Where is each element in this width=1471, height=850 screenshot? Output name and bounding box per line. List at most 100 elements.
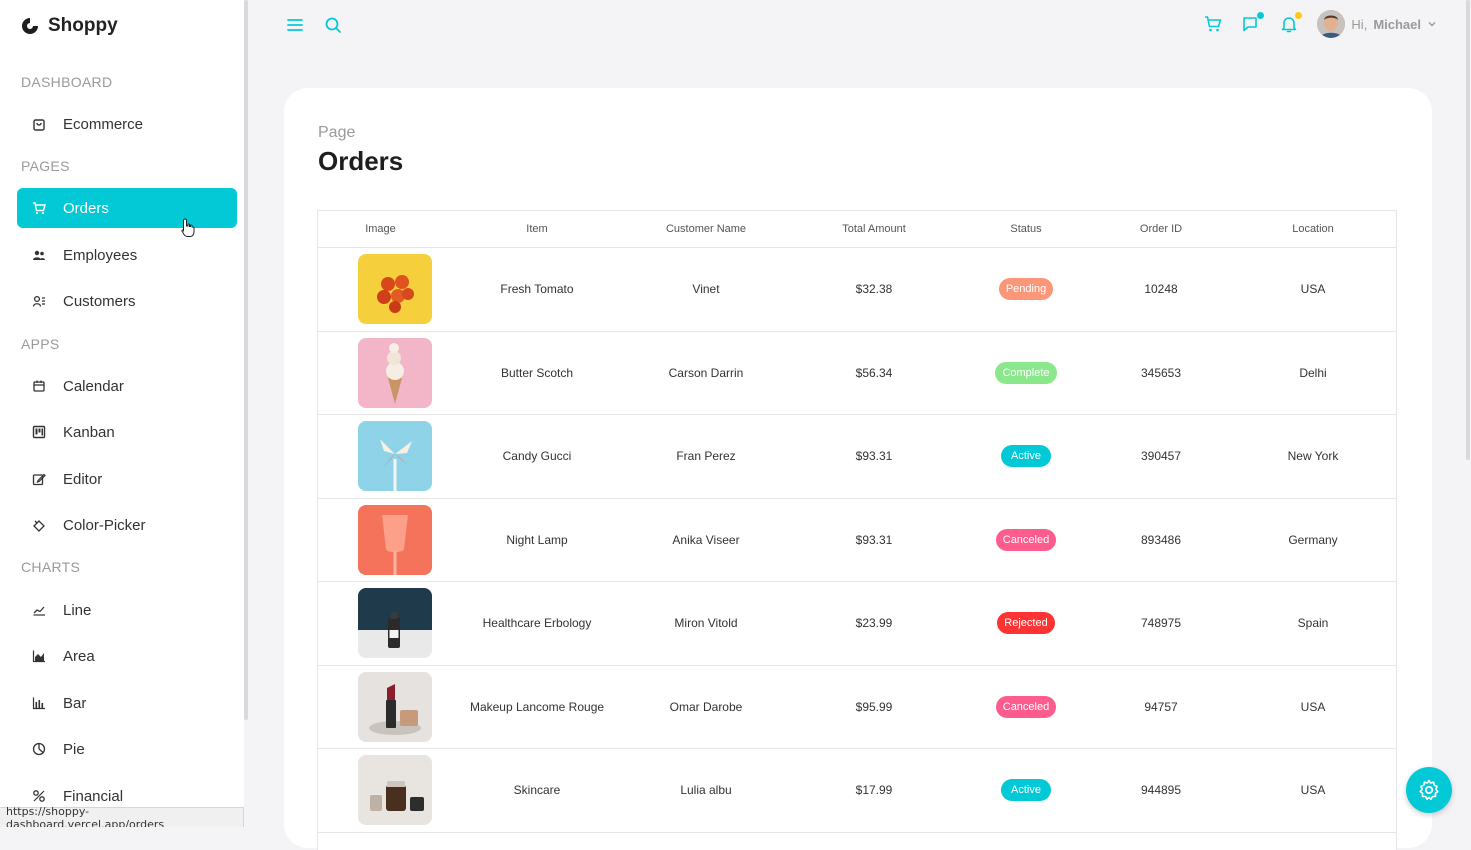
chevron-down-icon xyxy=(1428,22,1436,27)
sidebar-item-ecommerce[interactable]: Ecommerce xyxy=(17,104,237,144)
column-header-image[interactable]: Image xyxy=(318,223,443,235)
cart-icon xyxy=(31,200,47,216)
status-cell: Rejected xyxy=(967,612,1085,635)
order-id: 10248 xyxy=(1144,282,1178,297)
sidebar-item-editor[interactable]: Editor xyxy=(17,459,237,499)
item-name: Candy Gucci xyxy=(502,449,572,464)
sidebar-item-pie[interactable]: Pie xyxy=(17,729,237,769)
table-row[interactable]: Candy Gucci Fran Perez $93.31 Active 390457 N… xyxy=(318,415,1396,499)
item-name: Night Lamp xyxy=(506,532,568,547)
menu-icon[interactable] xyxy=(286,16,304,34)
item-name: Skincare xyxy=(513,783,561,798)
column-header-status[interactable]: Status xyxy=(967,223,1085,235)
status-cell: Active xyxy=(967,779,1085,802)
sidebar-scrollbar[interactable] xyxy=(244,0,248,720)
product-image-cell xyxy=(318,588,443,659)
page-scrollbar[interactable] xyxy=(1466,0,1470,460)
sidebar: Shoppy DASHBOARD Ecommerce PAGES Orders Empl… xyxy=(0,0,244,827)
financial-icon xyxy=(31,788,47,804)
sidebar-item-label: Bar xyxy=(63,694,87,712)
topbar-right: Hi, Michael xyxy=(1203,10,1437,38)
product-image xyxy=(357,755,432,826)
sidebar-item-calendar[interactable]: Calendar xyxy=(17,366,237,406)
order-id: 94757 xyxy=(1144,699,1178,714)
page-subtitle: Page xyxy=(318,124,356,141)
sidebar-item-orders[interactable]: Orders xyxy=(17,188,237,228)
product-image xyxy=(357,588,432,659)
location: USA xyxy=(1300,783,1326,798)
bell-icon[interactable] xyxy=(1279,12,1303,34)
search-icon[interactable] xyxy=(324,16,342,34)
column-header-item[interactable]: Item xyxy=(443,223,631,235)
total-amount: $32.38 xyxy=(855,282,893,297)
sidebar-item-label: Editor xyxy=(63,470,103,488)
sidebar-item-employees[interactable]: Employees xyxy=(17,235,237,275)
cart-icon[interactable] xyxy=(1203,14,1223,34)
table-row[interactable]: Makeup Lancome Rouge Omar Darobe $95.99 Can… xyxy=(318,666,1396,749)
order-id: 893486 xyxy=(1140,532,1182,547)
table-row[interactable]: Fresh Tomato Vinet $32.38 Pending 10248 USA xyxy=(318,248,1396,332)
column-header-customer-name[interactable]: Customer Name xyxy=(631,223,781,235)
status-cell: Complete xyxy=(967,361,1085,384)
user-profile-menu[interactable]: Hi, Michael xyxy=(1317,10,1437,38)
sidebar-item-label: Line xyxy=(63,601,92,619)
customer-name: Miron Vitold xyxy=(674,616,738,631)
section-title-charts: CHARTS xyxy=(21,559,81,575)
shoppy-logo-icon xyxy=(22,18,38,34)
shopping-bag-icon xyxy=(31,116,47,132)
settings-button[interactable] xyxy=(1406,767,1452,813)
app-logo[interactable]: Shoppy xyxy=(20,14,118,38)
user-name: Michael xyxy=(1373,16,1421,32)
product-image-cell xyxy=(318,755,443,826)
bar-chart-icon xyxy=(31,695,47,711)
location: New York xyxy=(1287,449,1339,464)
status-badge: Canceled xyxy=(995,528,1057,551)
sidebar-item-color-picker[interactable]: Color-Picker xyxy=(17,505,237,545)
customer-name: Anika Viseer xyxy=(672,532,740,547)
edit-icon xyxy=(31,471,47,487)
product-image-cell xyxy=(318,421,443,492)
table-row[interactable]: Night Lamp Anika Viseer $93.31 Canceled 8934… xyxy=(318,499,1396,582)
sidebar-item-bar[interactable]: Bar xyxy=(17,683,237,723)
order-id: 748975 xyxy=(1140,616,1182,631)
product-image-cell xyxy=(318,254,443,325)
sidebar-item-kanban[interactable]: Kanban xyxy=(17,412,237,452)
location: USA xyxy=(1300,282,1326,297)
sidebar-item-area[interactable]: Area xyxy=(17,636,237,676)
sidebar-item-label: Color-Picker xyxy=(63,516,146,534)
chat-icon[interactable] xyxy=(1241,12,1265,34)
avatar xyxy=(1317,10,1346,38)
sidebar-item-line[interactable]: Line xyxy=(17,590,237,630)
total-amount: $95.99 xyxy=(855,699,893,714)
order-id: 345653 xyxy=(1140,365,1182,380)
table-row[interactable]: Butter Scotch Carson Darrin $56.34 Complete… xyxy=(318,332,1396,415)
location: Delhi xyxy=(1299,365,1327,380)
table-row[interactable]: Skincare Lulia albu $17.99 Active 944895 USA xyxy=(318,749,1396,833)
status-cell: Canceled xyxy=(967,528,1085,551)
total-amount: $93.31 xyxy=(855,532,893,547)
column-header-order-id[interactable]: Order ID xyxy=(1085,223,1237,235)
table-row[interactable]: Healthcare Erbology Miron Vitold $23.99 Rej… xyxy=(318,582,1396,666)
location: Germany xyxy=(1288,532,1338,547)
status-cell: Pending xyxy=(967,278,1085,301)
sidebar-item-customers[interactable]: Customers xyxy=(17,281,237,321)
sidebar-item-label: Ecommerce xyxy=(63,115,144,133)
total-amount: $23.99 xyxy=(855,616,893,631)
gear-icon xyxy=(1419,779,1439,800)
app-name: Shoppy xyxy=(48,15,118,36)
product-image xyxy=(357,504,432,575)
hand-cursor-icon xyxy=(181,218,195,237)
order-id: 944895 xyxy=(1140,783,1182,798)
orders-table: Image Item Customer Name Total Amount St… xyxy=(317,210,1397,850)
sidebar-item-label: Area xyxy=(63,647,95,665)
product-image xyxy=(357,671,432,742)
status-cell: Canceled xyxy=(967,695,1085,718)
total-amount: $17.99 xyxy=(855,783,893,798)
column-header-total-amount[interactable]: Total Amount xyxy=(781,223,967,235)
status-bar-url: https://shoppy-dashboard.vercel.app/orde… xyxy=(0,805,244,827)
column-header-location[interactable]: Location xyxy=(1237,223,1389,235)
paint-bucket-icon xyxy=(31,517,47,533)
item-name: Butter Scotch xyxy=(500,365,574,380)
status-cell: Active xyxy=(967,445,1085,468)
line-chart-icon xyxy=(31,602,47,618)
